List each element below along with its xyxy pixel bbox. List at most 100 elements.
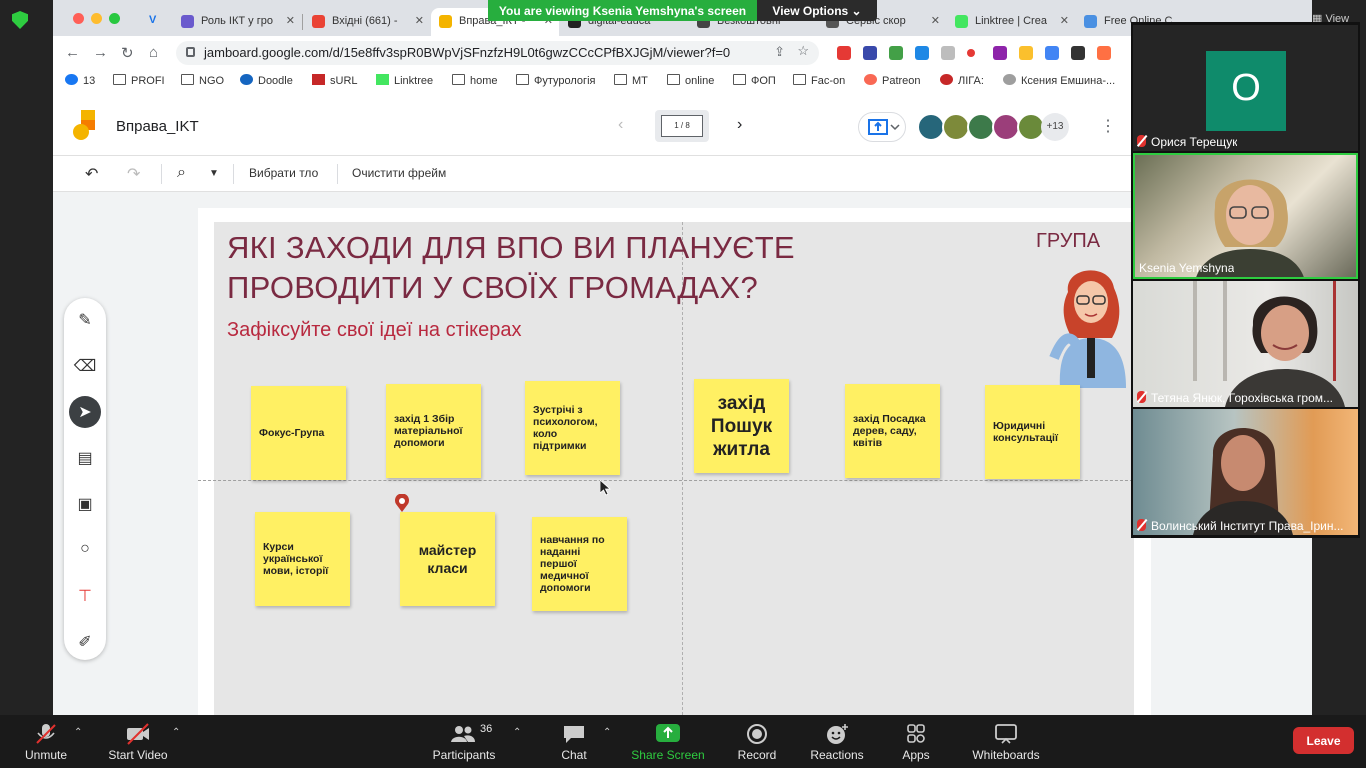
participant-tile[interactable]: О Орися Терещук [1133,25,1358,151]
apps-button[interactable]: Apps [896,723,936,762]
next-frame-icon[interactable]: › [737,116,742,134]
avatar[interactable] [917,113,945,141]
bookmark-item[interactable]: 13 [65,74,95,87]
set-background-button[interactable]: Вибрати тло [249,166,318,180]
bookmark-item[interactable]: Ксения Емшина-... [1003,74,1115,87]
audio-options-caret-icon[interactable]: ⌃ [74,727,82,738]
avatar[interactable] [967,113,995,141]
clear-frame-button[interactable]: Очистити фрейм [352,166,446,180]
maximize-window-icon[interactable] [109,13,120,24]
extension-icon[interactable] [1045,46,1059,60]
bookmark-item[interactable]: Patreon [864,74,921,87]
share-screen-button[interactable]: Share Screen [630,723,706,762]
chat-button[interactable]: Chat [550,723,598,762]
bookmark-item[interactable]: Linktree [376,74,433,87]
left-strip [0,0,53,715]
image-tool-icon[interactable]: ▣ [69,488,101,520]
avatar[interactable] [942,113,970,141]
tab-pinned[interactable]: V [141,8,169,36]
frame-bar-button[interactable]: 1 / 8 [655,110,709,142]
record-button[interactable]: Record [734,723,780,762]
document-title[interactable]: Вправа_IKT [116,118,199,135]
security-shield-icon[interactable] [12,11,28,29]
sticky-note[interactable]: захід 1 Збір матеріальної допомоги [386,384,481,478]
adblock-icon[interactable] [837,46,851,60]
home-icon[interactable]: ⌂ [149,44,158,61]
participant-tile[interactable]: Тетяна Янюк, Горохівська гром... [1133,281,1358,407]
bookmark-item[interactable]: Fac-on [793,74,845,87]
unmute-button[interactable]: Unmute [20,723,72,762]
tab-1[interactable]: Вхідні (661) - ✕ [304,8,430,36]
extension-icon[interactable] [889,46,903,60]
avatar[interactable] [992,113,1020,141]
leave-button[interactable]: Leave [1293,727,1354,754]
extension-icon[interactable] [967,49,975,57]
forward-icon[interactable]: → [93,44,108,61]
more-collaborators-badge[interactable]: +13 [1041,113,1069,141]
close-icon[interactable]: ✕ [415,14,424,27]
close-window-icon[interactable] [73,13,84,24]
close-icon[interactable]: ✕ [286,14,295,27]
sticky-note[interactable]: Курси української мови, історії [255,512,350,606]
undo-icon[interactable]: ↶ [85,164,98,184]
bookmark-item[interactable]: sURL [312,74,358,87]
extension-icon[interactable] [1097,46,1111,60]
sticky-note[interactable]: Юридичні консультації [985,385,1080,479]
sticky-note[interactable]: майстер класи [400,512,495,606]
extension-icon[interactable] [915,46,929,60]
bookmark-item[interactable]: home [452,74,498,87]
text-box-tool-icon[interactable]: ⊤ [69,580,101,612]
sticky-note-tool-icon[interactable]: ▤ [69,442,101,474]
close-icon[interactable]: ✕ [1060,14,1069,27]
url-input[interactable]: jamboard.google.com/d/15e8ffv3spR0BWpVjS… [176,41,819,65]
participant-tile-active-speaker[interactable]: Ksenia Yemshyna [1133,153,1358,279]
more-options-icon[interactable]: ⋮ [1100,116,1116,136]
tab-0[interactable]: Роль ІКТ у гро ✕ [173,8,301,36]
extension-icon[interactable] [1019,46,1033,60]
bookmark-item[interactable]: online [667,74,714,87]
extension-icon[interactable] [993,46,1007,60]
bookmark-item[interactable]: Футурологія [516,74,595,87]
view-options-button[interactable]: View Options ⌄ [757,0,877,21]
bookmark-item[interactable]: Doodle [240,74,293,87]
tab-6[interactable]: Linktree | Crea ✕ [947,8,1075,36]
video-options-caret-icon[interactable]: ⌃ [172,727,180,738]
redo-icon[interactable]: ↷ [127,164,140,184]
bookmark-item[interactable]: PROFI [113,74,165,87]
laser-tool-icon[interactable]: ✐ [69,626,101,658]
bookmark-label: ЛІГА: [958,75,984,87]
bookmark-item[interactable]: ФОП [733,74,776,87]
select-tool-icon[interactable]: ➤ [69,396,101,428]
reload-icon[interactable]: ↻ [121,44,134,62]
zoom-icon[interactable]: ⌕ [177,164,186,182]
bookmark-item[interactable]: ЛІГА: [940,74,984,87]
bookmark-item[interactable]: MT [614,74,648,87]
chat-options-caret-icon[interactable]: ⌃ [603,727,611,738]
participants-button[interactable]: 36 Participants [430,723,498,762]
share-page-icon[interactable]: ⇪ [774,44,785,60]
bookmark-star-icon[interactable]: ☆ [797,43,809,59]
close-icon[interactable]: ✕ [931,14,940,27]
extension-icon[interactable] [1071,46,1085,60]
bookmark-item[interactable]: NGO [181,74,224,87]
prev-frame-icon[interactable]: ‹ [618,116,623,134]
back-icon[interactable]: ← [65,44,80,61]
sticky-note[interactable]: захід Посадка дерев, саду, квітів [845,384,940,478]
participant-tile[interactable]: Волинський Інститут Права_Ірин... [1133,409,1358,535]
extension-icon[interactable] [863,46,877,60]
reactions-button[interactable]: Reactions [806,723,868,762]
sticky-note[interactable]: Зустрічі з психологом, коло підтримки [525,381,620,475]
zoom-dropdown-icon[interactable]: ▼ [209,168,219,179]
participants-options-caret-icon[interactable]: ⌃ [513,727,521,738]
sticky-note[interactable]: навчання по наданні першої медичної допо… [532,517,627,611]
whiteboards-button[interactable]: Whiteboards [966,723,1046,762]
minimize-window-icon[interactable] [91,13,102,24]
sticky-note[interactable]: захід Пошук житла [694,379,789,473]
start-video-button[interactable]: Start Video [106,723,170,762]
present-button[interactable] [858,112,906,142]
extension-icon[interactable] [941,46,955,60]
eraser-tool-icon[interactable]: ⌫ [69,350,101,382]
sticky-note[interactable]: Фокус-Група [251,386,346,480]
shape-tool-icon[interactable]: ○ [69,534,101,566]
pen-tool-icon[interactable]: ✎ [69,304,101,336]
